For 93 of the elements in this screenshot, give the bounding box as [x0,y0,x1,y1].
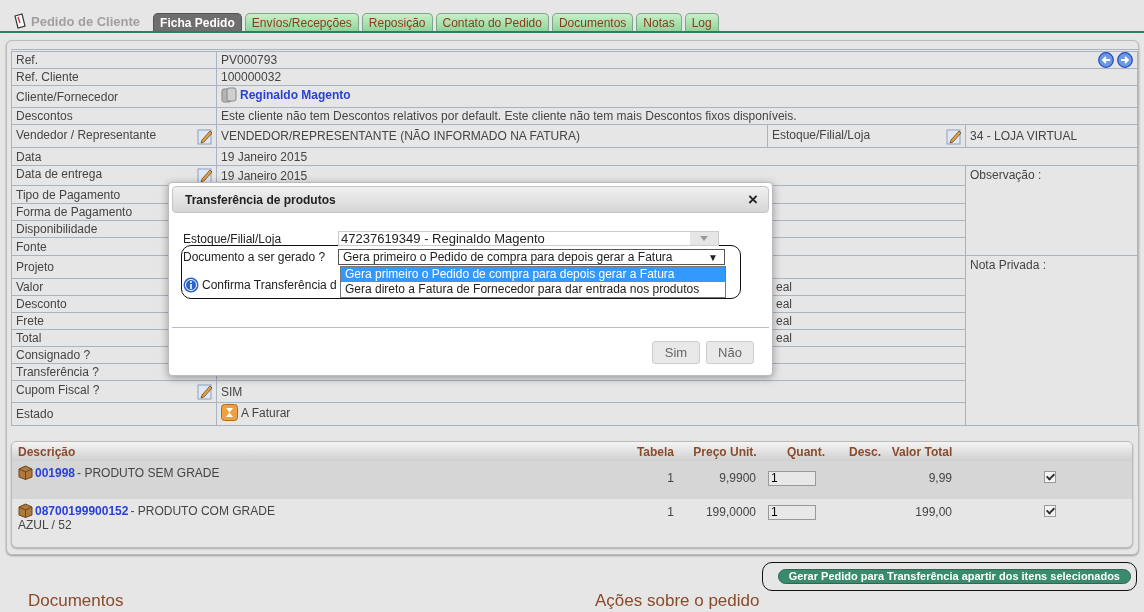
table-cell-text: 9,99 [927,471,953,485]
field-label: Estoque/Filial/Loja [772,127,871,142]
field-label: Data de entrega [16,167,103,181]
document-select[interactable]: Gera primeiro o Pedido de compra para depois gerar a Fatura ▼ [338,249,725,265]
field-value: PV000793 [221,53,278,67]
field-label: Cliente/Fornecedor [16,89,119,104]
note-label: Nota Privada : [970,258,1047,272]
tab[interactable]: Reposição [361,13,433,31]
table-cell-text: 1 [666,505,675,519]
next-icon[interactable] [1117,52,1133,68]
field-label: Projeto [16,260,55,274]
field-value: eal [776,314,792,328]
info-icon [183,277,199,293]
table-cell-text: 199,0000 [704,505,757,519]
quantity-field[interactable]: 1 [768,504,816,520]
checkbox[interactable] [1044,505,1056,517]
tab[interactable]: Log [684,13,719,31]
product-code-link[interactable]: 08700199900152 [35,503,129,518]
field-value: eal [776,280,792,294]
tab[interactable]: Envíos/Recepções [244,13,359,31]
field-value: 100000032 [221,70,282,84]
table-cell-text: 9,9900 [718,471,757,485]
field-label: Ref. Cliente [16,70,79,84]
column-header: Quant. [786,444,826,459]
column-header: Preço Unit. [692,444,758,459]
field-value: SIM [221,384,243,399]
pencil-icon[interactable] [197,383,214,400]
column-header: Desc. [848,444,882,459]
confirm-text: Confirma Transferência d [202,278,337,292]
field-label: Data [16,149,42,164]
table-cell-text: 1 [666,471,675,485]
close-icon[interactable]: × [748,192,758,207]
field-label: Estado [16,407,54,421]
field-value: VENDEDOR/REPRESENTANTE (NÃO INFORMADO NA FATURA) [221,129,580,143]
previous-icon[interactable] [1098,52,1114,68]
field-label: Tipo de Pagamento [16,187,121,202]
product-code-link[interactable]: 001998 [35,465,76,480]
field-label: Cupom Fiscal ? [16,383,100,397]
dialog-title: Transferência de produtos [185,192,336,207]
table-cell-text: 199,00 [914,505,953,519]
column-header: Valor Total [890,444,954,459]
pencil-icon[interactable] [946,127,963,145]
field-label: Desconto [16,297,67,311]
checkbox[interactable] [1044,471,1056,483]
field-label: Ref. [16,53,38,67]
field-label: Transferência ? [16,365,99,379]
field-label: Vendedor / Representante [16,127,157,142]
quantity-field[interactable]: 1 [768,470,816,486]
pencil-icon[interactable] [197,167,214,184]
field-value: eal [776,297,792,311]
product-variant: AZUL / 52 [18,518,73,532]
tab[interactable]: Contato do Pedido [435,13,549,31]
dropdown-option[interactable]: Gera direto a Fatura de Fornecedor para dar entrada nos produtos [341,282,725,297]
document-icon [13,13,27,29]
box-icon [18,465,33,480]
field-label: Descontos [16,109,73,123]
field-label: Forma de Pagamento [16,205,133,219]
field-label: Documento a ser gerado ? [183,250,326,264]
dropdown-arrow-icon [700,236,708,241]
client-link[interactable]: Reginaldo Magento [240,88,351,102]
tab[interactable]: Ficha Pedido [153,13,242,31]
field-label: Consignado ? [16,348,91,362]
section-heading: Ações sobre o pedido [595,591,760,610]
product-name: - PRODUTO SEM GRADE [77,465,220,480]
field-label: Total [16,331,42,345]
field-label: Fonte [16,239,47,254]
dialog-button[interactable]: Não [706,341,754,364]
field-value: 34 - LOJA VIRTUAL [970,129,1078,143]
section-heading: Documentos [28,591,125,610]
tab[interactable]: Documentos [551,13,634,31]
dropdown-option[interactable]: Gera primeiro o Pedido de compra para depois gerar a Fatura [341,267,725,282]
field-label: Disponibilidade [16,222,98,236]
column-header: Tabela [635,444,675,459]
field-label: Estoque/Filial/Loja [183,232,282,246]
field-label: Frete [16,314,44,328]
pencil-icon[interactable] [197,127,214,145]
page-title: Pedido de Cliente [31,13,141,29]
transfer-button[interactable]: Gerar Pedido para Transferência apartir dos itens selecionados [777,569,1131,584]
stock-select[interactable]: 47237619349 - Reginaldo Magento [338,231,719,246]
contact-icon [221,87,237,103]
status-value: A Faturar [241,405,291,420]
note-label: Observação : [970,168,1042,182]
field-label: Valor [16,280,44,294]
product-name: - PRODUTO COM GRADE [130,503,275,518]
tab[interactable]: Notas [636,13,682,31]
dialog-button[interactable]: Sim [652,341,700,364]
hourglass-icon [221,404,238,421]
field-value: 19 Janeiro 2015 [221,149,308,164]
field-value: Este cliente não tem Descontos relativos por default. Este cliente não tem mais Descontos fixos disponíveis. [221,109,797,123]
field-value: eal [776,331,792,345]
box-icon [18,503,33,518]
column-header: Descrição [17,444,77,459]
field-value: 19 Janeiro 2015 [221,168,308,183]
